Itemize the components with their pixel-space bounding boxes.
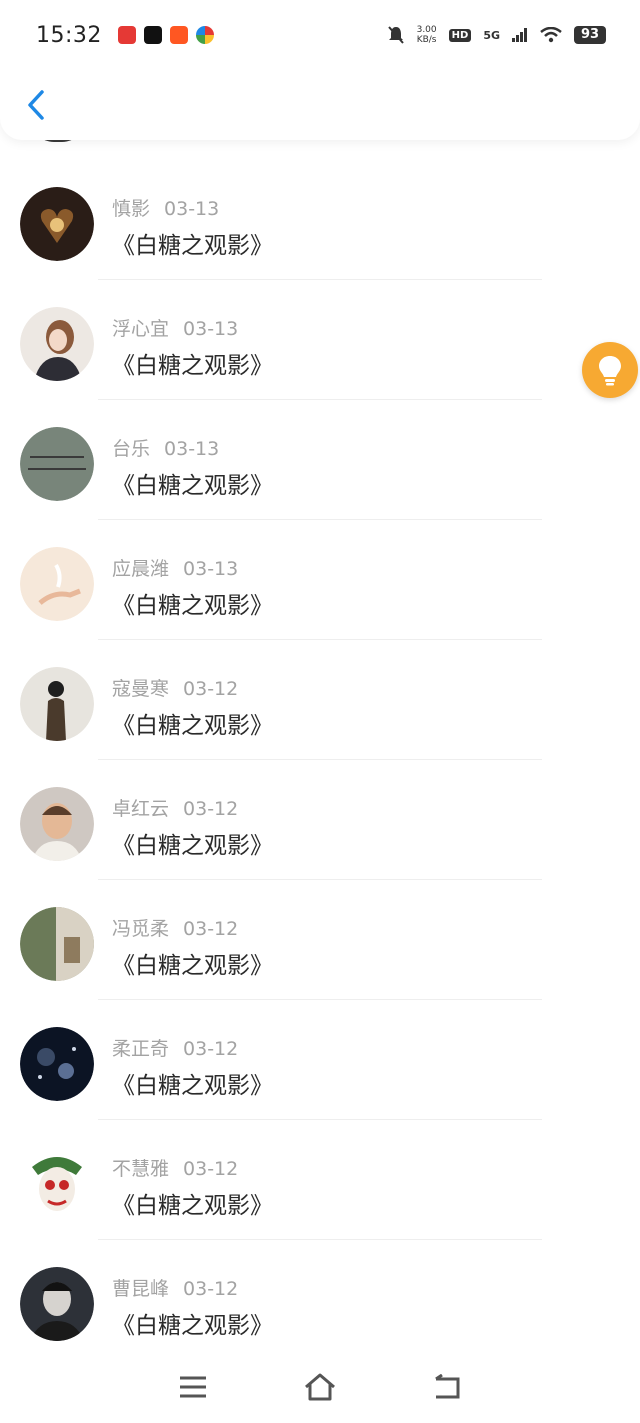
signal-icon bbox=[512, 28, 527, 42]
item-title: 《白糖之观影》 bbox=[112, 1193, 273, 1219]
post-date: 03-12 bbox=[183, 1278, 239, 1300]
system-nav-bar bbox=[0, 1350, 640, 1423]
net-speed-unit: KB/s bbox=[416, 35, 437, 45]
item-meta: 柔正奇 03-12 bbox=[112, 1034, 238, 1061]
network-5g-label: 5G bbox=[483, 28, 500, 42]
hd-badge: HD bbox=[448, 28, 472, 42]
item-title: 《白糖之观影》 bbox=[112, 353, 273, 379]
item-meta: 台乐 03-13 bbox=[112, 434, 219, 461]
user-name: 曹昆峰 bbox=[112, 1278, 170, 1300]
comment-list: 慎影 03-13 《白糖之观影》 浮心宜 03-13 《白糖之观影》 台乐 03-13… bbox=[0, 160, 640, 1360]
list-item[interactable]: 不慧雅 03-12 《白糖之观影》 bbox=[0, 1120, 640, 1240]
taobao-icon bbox=[169, 26, 188, 44]
item-meta: 慎影 03-13 bbox=[112, 194, 219, 221]
lightbulb-icon bbox=[599, 356, 621, 386]
item-title: 《白糖之观影》 bbox=[112, 833, 273, 859]
item-meta: 浮心宜 03-13 bbox=[112, 314, 238, 341]
item-title: 《白糖之观影》 bbox=[112, 233, 273, 259]
user-name: 柔正奇 bbox=[112, 1038, 170, 1060]
status-time: 15:32 bbox=[36, 22, 102, 48]
avatar[interactable] bbox=[20, 547, 94, 621]
home-icon bbox=[305, 1373, 335, 1400]
post-date: 03-12 bbox=[183, 918, 239, 940]
status-left: 15:32 bbox=[36, 23, 214, 48]
tiktok-icon bbox=[143, 26, 162, 44]
list-item[interactable]: 慎影 03-13 《白糖之观影》 bbox=[0, 160, 640, 280]
item-meta: 冯觅柔 03-12 bbox=[112, 914, 238, 941]
post-date: 03-12 bbox=[183, 798, 239, 820]
back-nav-button[interactable] bbox=[427, 1367, 467, 1407]
item-meta: 不慧雅 03-12 bbox=[112, 1154, 238, 1181]
user-name: 应晨潍 bbox=[112, 558, 170, 580]
user-name: 台乐 bbox=[112, 438, 151, 460]
list-item[interactable]: 寇曼寒 03-12 《白糖之观影》 bbox=[0, 640, 640, 760]
list-item[interactable]: 冯觅柔 03-12 《白糖之观影》 bbox=[0, 880, 640, 1000]
mute-bell-icon bbox=[387, 26, 404, 44]
browser-icon bbox=[195, 26, 214, 44]
status-bar: 15:32 3.00 KB/s HD 5G 93 bbox=[0, 0, 640, 70]
avatar[interactable] bbox=[20, 667, 94, 741]
post-date: 03-12 bbox=[183, 1158, 239, 1180]
item-title: 《白糖之观影》 bbox=[112, 473, 273, 499]
post-date: 03-13 bbox=[164, 438, 220, 460]
user-name: 卓红云 bbox=[112, 798, 170, 820]
avatar[interactable] bbox=[20, 1147, 94, 1221]
user-name: 浮心宜 bbox=[112, 318, 170, 340]
user-name: 不慧雅 bbox=[112, 1158, 170, 1180]
net-speed-value: 3.00 bbox=[416, 25, 437, 35]
list-item[interactable]: 曹昆峰 03-12 《白糖之观影》 bbox=[0, 1240, 640, 1360]
list-item[interactable]: 台乐 03-13 《白糖之观影》 bbox=[0, 400, 640, 520]
avatar[interactable] bbox=[20, 907, 94, 981]
item-meta: 曹昆峰 03-12 bbox=[112, 1274, 238, 1301]
item-meta: 卓红云 03-12 bbox=[112, 794, 238, 821]
post-date: 03-12 bbox=[183, 678, 239, 700]
home-button[interactable] bbox=[300, 1367, 340, 1407]
post-date: 03-13 bbox=[183, 558, 239, 580]
avatar[interactable] bbox=[20, 1267, 94, 1341]
battery-indicator: 93 bbox=[574, 26, 606, 44]
list-item[interactable]: 柔正奇 03-12 《白糖之观影》 bbox=[0, 1000, 640, 1120]
menu-icon bbox=[180, 1376, 207, 1397]
wifi-icon bbox=[540, 27, 562, 43]
user-name: 冯觅柔 bbox=[112, 918, 170, 940]
avatar[interactable] bbox=[20, 307, 94, 381]
list-item[interactable]: 卓红云 03-12 《白糖之观影》 bbox=[0, 760, 640, 880]
status-right: 3.00 KB/s HD 5G 93 bbox=[387, 25, 606, 45]
user-name: 慎影 bbox=[112, 198, 151, 220]
menu-button[interactable] bbox=[173, 1367, 213, 1407]
item-title: 《白糖之观影》 bbox=[112, 1313, 273, 1339]
item-title: 《白糖之观影》 bbox=[112, 1073, 273, 1099]
hint-button[interactable] bbox=[582, 342, 638, 398]
news-app-icon bbox=[117, 26, 136, 44]
item-title: 《白糖之观影》 bbox=[112, 953, 273, 979]
back-nav-icon bbox=[434, 1373, 460, 1398]
avatar[interactable] bbox=[20, 1027, 94, 1101]
post-date: 03-13 bbox=[183, 318, 239, 340]
item-meta: 应晨潍 03-13 bbox=[112, 554, 238, 581]
avatar[interactable] bbox=[20, 787, 94, 861]
net-speed: 3.00 KB/s bbox=[417, 25, 437, 45]
post-date: 03-12 bbox=[183, 1038, 239, 1060]
user-name: 寇曼寒 bbox=[112, 678, 170, 700]
status-app-icons bbox=[117, 26, 214, 44]
item-title: 《白糖之观影》 bbox=[112, 713, 273, 739]
list-item[interactable]: 应晨潍 03-13 《白糖之观影》 bbox=[0, 520, 640, 640]
back-button[interactable] bbox=[22, 86, 52, 124]
item-meta: 寇曼寒 03-12 bbox=[112, 674, 238, 701]
chevron-left-icon bbox=[28, 90, 44, 120]
avatar[interactable] bbox=[20, 427, 94, 501]
avatar[interactable] bbox=[20, 187, 94, 261]
post-date: 03-13 bbox=[164, 198, 220, 220]
item-title: 《白糖之观影》 bbox=[112, 593, 273, 619]
list-item[interactable]: 浮心宜 03-13 《白糖之观影》 bbox=[0, 280, 640, 400]
